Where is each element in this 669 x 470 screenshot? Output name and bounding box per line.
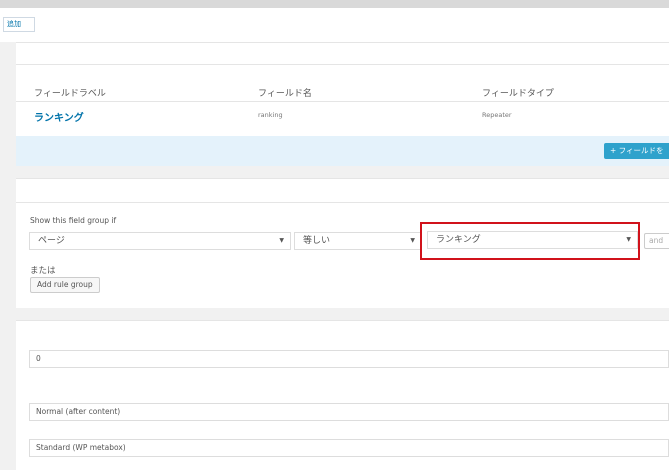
rule-value-select[interactable]: ランキング ▼ xyxy=(427,231,638,249)
col-header-label: フィールドラベル xyxy=(34,89,106,99)
add-field-group-button[interactable]: 追加 xyxy=(3,17,35,32)
col-header-name: フィールド名 xyxy=(258,89,312,99)
location-title: Show this field group if xyxy=(30,216,117,225)
top-border xyxy=(0,0,669,8)
field-label-link[interactable]: ランキング xyxy=(34,109,84,124)
location-header-divider xyxy=(16,202,669,203)
dropdown-arrow-icon: ▼ xyxy=(626,236,631,243)
and-button[interactable]: and xyxy=(644,233,669,249)
rule-param-select[interactable]: ページ ▼ xyxy=(29,232,291,250)
position-select[interactable]: Normal (after content) xyxy=(29,403,669,421)
rule-operator-select[interactable]: 等しい ▼ xyxy=(294,232,422,250)
fields-panel xyxy=(16,42,669,136)
add-rule-group-button[interactable]: Add rule group xyxy=(30,277,100,293)
rule-param-value: ページ xyxy=(38,236,65,246)
order-input[interactable]: 0 xyxy=(29,350,669,368)
header-strip xyxy=(0,8,669,42)
dropdown-arrow-icon: ▼ xyxy=(279,237,284,244)
field-name-cell: ranking xyxy=(258,111,283,119)
dropdown-arrow-icon: ▼ xyxy=(410,237,415,244)
rule-operator-value: 等しい xyxy=(303,236,331,246)
field-type-cell: Repeater xyxy=(482,111,512,119)
panel-divider xyxy=(16,64,669,65)
table-header-divider xyxy=(16,101,669,102)
style-select[interactable]: Standard (WP metabox) xyxy=(29,439,669,457)
fields-footer-bar xyxy=(16,136,669,166)
or-label: または xyxy=(30,266,56,276)
col-header-type: フィールドタイプ xyxy=(482,89,554,99)
rule-value-value: ランキング xyxy=(436,235,481,245)
add-field-button[interactable]: + フィールドを xyxy=(604,143,669,159)
